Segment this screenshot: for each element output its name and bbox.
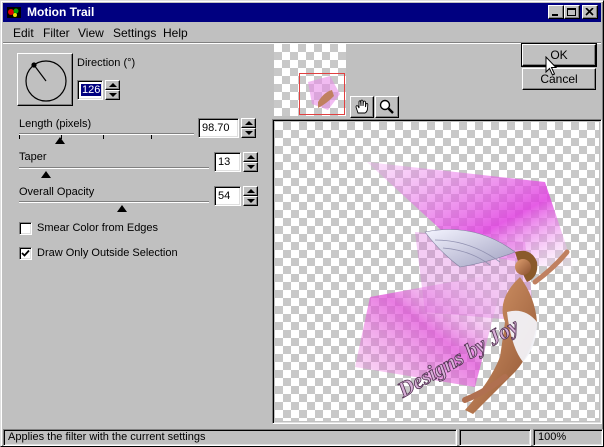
smear-color-checkbox[interactable] [19, 222, 32, 235]
length-input[interactable]: 98.70 [198, 118, 239, 138]
preview-canvas[interactable]: Designs by Joy [275, 122, 599, 421]
motion-trail-dialog: Motion Trail Edit Filter View Settings H… [0, 0, 604, 447]
cancel-button[interactable]: Cancel [522, 68, 596, 90]
opacity-value: 54 [218, 190, 231, 202]
draw-outside-label[interactable]: Draw Only Outside Selection [37, 247, 178, 259]
preview-frame: Designs by Joy [272, 119, 602, 424]
maximize-button[interactable] [564, 5, 580, 19]
taper-label: Taper [19, 151, 47, 163]
length-label: Length (pixels) [19, 118, 92, 130]
menu-bar: Edit Filter View Settings Help [3, 23, 601, 42]
mouse-cursor-icon [545, 56, 558, 76]
opacity-spin-up[interactable] [243, 186, 258, 196]
direction-spin-down[interactable] [105, 90, 120, 100]
status-empty-pane [459, 429, 531, 446]
zoom-tool-button[interactable] [375, 96, 399, 118]
status-message: Applies the filter with the current sett… [8, 431, 206, 443]
taper-value: 13 [218, 156, 231, 168]
taper-slider-thumb[interactable] [41, 171, 51, 178]
minimize-button[interactable] [548, 5, 564, 19]
pan-tool-button[interactable] [350, 96, 374, 118]
menu-edit[interactable]: Edit [13, 26, 34, 40]
taper-spin-down[interactable] [243, 162, 258, 172]
thumbnail-image [308, 76, 340, 110]
menu-help[interactable]: Help [163, 26, 188, 40]
ok-button[interactable]: OK [521, 43, 597, 67]
direction-spinner[interactable] [105, 80, 120, 100]
smear-color-label[interactable]: Smear Color from Edges [37, 222, 158, 234]
minimize-icon [552, 14, 558, 16]
draw-outside-checkbox[interactable] [19, 247, 32, 260]
opacity-spin-down[interactable] [243, 196, 258, 206]
menu-filter[interactable]: Filter [43, 26, 70, 40]
length-value: 98.70 [202, 122, 230, 134]
checkmark-icon [21, 249, 30, 257]
close-icon [585, 8, 594, 16]
opacity-slider-track[interactable] [19, 201, 209, 203]
opacity-spinner[interactable] [243, 186, 258, 206]
status-zoom: 100% [538, 431, 567, 443]
status-message-pane: Applies the filter with the current sett… [3, 429, 457, 446]
taper-input[interactable]: 13 [214, 152, 241, 172]
opacity-label: Overall Opacity [19, 186, 95, 198]
title-bar[interactable]: Motion Trail [3, 3, 601, 22]
navigator-viewport-frame[interactable] [299, 73, 345, 115]
length-slider-thumb[interactable] [55, 137, 65, 144]
zoom-magnifier-icon [379, 99, 394, 114]
direction-dial-icon [25, 60, 67, 102]
opacity-input[interactable]: 54 [214, 186, 241, 206]
menu-view[interactable]: View [78, 26, 104, 40]
taper-spinner[interactable] [243, 152, 258, 172]
direction-value: 126 [81, 84, 102, 96]
length-spin-down[interactable] [241, 128, 256, 138]
taper-slider-track[interactable] [19, 167, 209, 169]
hand-pan-icon [355, 99, 369, 114]
direction-spin-up[interactable] [105, 80, 120, 90]
opacity-slider-thumb[interactable] [117, 205, 127, 212]
taper-spin-up[interactable] [243, 152, 258, 162]
navigator-thumbnail[interactable] [274, 44, 346, 116]
direction-label: Direction (°) [77, 57, 136, 69]
close-button[interactable] [582, 5, 598, 19]
menu-settings[interactable]: Settings [113, 26, 156, 40]
direction-dial[interactable] [17, 53, 73, 106]
length-spin-up[interactable] [241, 118, 256, 128]
length-spinner[interactable] [241, 118, 256, 138]
length-slider-track[interactable] [19, 133, 194, 135]
app-icon [7, 7, 21, 18]
status-zoom-pane: 100% [533, 429, 603, 446]
maximize-icon [567, 8, 576, 16]
direction-input[interactable]: 126 [77, 80, 103, 100]
window-title: Motion Trail [27, 5, 95, 19]
preview-image: Designs by Joy [355, 162, 575, 414]
